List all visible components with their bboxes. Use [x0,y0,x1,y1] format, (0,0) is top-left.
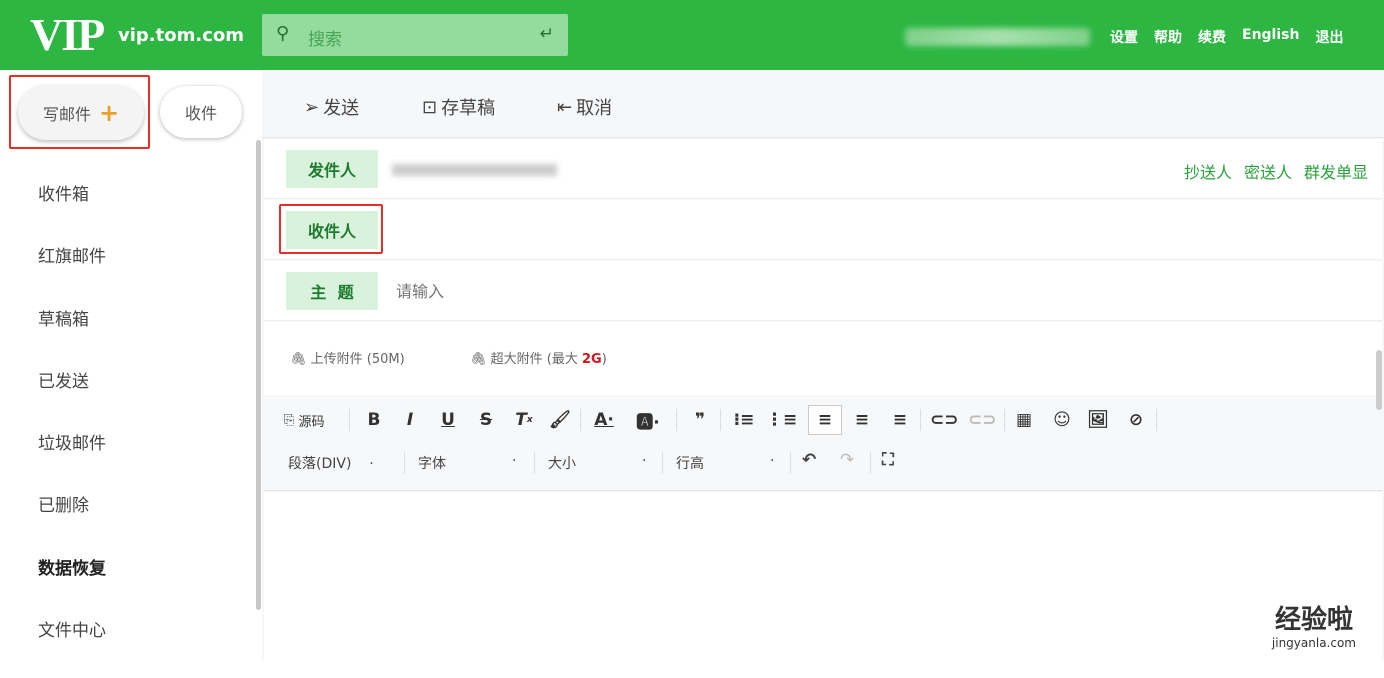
link-settings[interactable]: 设置 [1110,27,1138,47]
upload-limit: (50M) [366,352,405,367]
upload-label: 上传附件 [310,352,363,367]
large-prefix: (最大 [546,352,578,367]
folder-deleted[interactable]: 已删除 [38,491,106,553]
search-input[interactable]: ⚲ 搜索 ↵ [262,14,568,56]
upload-attachment[interactable]: 🖇 上传附件 (50M) [290,348,405,367]
receive-button[interactable]: 收件 [160,86,242,138]
logo: VIP [30,9,105,60]
bullet-list-icon[interactable]: ⁝≡ [730,405,758,435]
large-attachment[interactable]: 🖇 超大附件 (最大 2G) [470,348,607,367]
line-height-select[interactable]: 行高 · [676,453,774,473]
source-button[interactable]: ⎘ 源码 [284,405,325,435]
paragraph-select[interactable]: 段落(DIV) · [288,453,374,473]
clear-format-icon[interactable]: Tx [510,405,538,435]
line-height-label: 行高 [676,456,704,472]
format-painter-icon[interactable]: 🖌 [546,405,574,435]
domain-text: vip.tom.com [118,25,244,46]
save-draft-button[interactable]: ⊡ 存草稿 [422,94,495,120]
image-icon[interactable]: 🖼 [1084,405,1112,435]
fullscreen-icon[interactable]: ⛶ [882,450,894,470]
plus-icon: + [98,98,120,127]
user-account-blurred [905,28,1090,46]
watermark-url: jingyanla.com [1271,636,1356,650]
collapse-handle[interactable] [1376,350,1382,410]
link-help[interactable]: 帮助 [1154,27,1182,47]
sender-blurred [392,164,557,176]
compose-label: 写邮件 [42,104,91,124]
italic-icon[interactable]: I [396,405,424,435]
flash-icon[interactable]: ⊘ [1122,405,1150,435]
folder-inbox[interactable]: 收件箱 [38,180,106,242]
bold-icon[interactable]: B [360,405,388,435]
align-right-icon[interactable]: ≡ [886,405,914,435]
folder-files[interactable]: 文件中心 [38,616,106,678]
folder-spam[interactable]: 垃圾邮件 [38,429,106,491]
folder-drafts[interactable]: 草稿箱 [38,305,106,367]
watermark: 经验啦 jingyanla.com [1272,599,1356,650]
highlight-box [279,204,383,254]
cancel-icon: ⇤ [557,96,573,118]
align-center-icon[interactable]: ≡ [848,405,876,435]
search-placeholder: 搜索 [308,30,342,50]
font-select[interactable]: 字体 · [418,453,516,473]
draft-label: 存草稿 [441,98,496,119]
draft-icon: ⊡ [422,96,438,118]
search-icon: ⚲ [276,23,290,44]
watermark-text: 经验啦 [1274,605,1353,635]
table-icon[interactable]: ▦ [1010,405,1038,435]
folder-recovery[interactable]: 数据恢复 [38,554,106,616]
link-renew[interactable]: 续费 [1198,27,1226,47]
attachment-bar: 🖇 上传附件 (50M) 🖇 超大附件 (最大 2G) [264,322,1382,395]
editor-toolbar: ⎘ 源码 B I U S Tx 🖌 A· 🅰· ❞ ⁝≡ ⋮≡ ≡ ≡ ≡ ⊂⊃… [264,395,1382,491]
paragraph-label: 段落(DIV) [288,456,352,472]
emoji-icon[interactable]: ☺ [1048,405,1076,435]
compose-toolbar: ➢ 发送 ⊡ 存草稿 ⇤ 取消 [262,72,1384,138]
send-icon: ➢ [304,96,320,118]
bcc-link[interactable]: 密送人 [1244,159,1292,183]
large-suffix: ) [601,352,607,367]
cancel-button[interactable]: ⇤ 取消 [557,94,612,120]
enter-icon[interactable]: ↵ [540,24,554,44]
background-color-icon[interactable]: 🅰· [634,405,662,435]
large-label: 超大附件 [490,352,543,367]
folder-sent[interactable]: 已发送 [38,367,106,429]
folder-flagged[interactable]: 红旗邮件 [38,242,106,304]
unlink-icon[interactable]: ⊂⊃ [968,405,997,435]
numbered-list-icon[interactable]: ⋮≡ [766,405,797,435]
size-label: 大小 [548,456,576,472]
separate-send-link[interactable]: 群发单显 [1304,159,1368,183]
strikethrough-icon[interactable]: S [472,405,500,435]
size-select[interactable]: 大小 · [548,453,646,473]
folder-list: 收件箱 红旗邮件 草稿箱 已发送 垃圾邮件 已删除 数据恢复 文件中心 [38,180,106,678]
editor-body[interactable] [264,492,1382,662]
font-color-icon[interactable]: A· [590,405,618,435]
underline-icon[interactable]: U [434,405,462,435]
link-english[interactable]: English [1242,27,1299,47]
cc-link[interactable]: 抄送人 [1184,159,1232,183]
cancel-label: 取消 [576,98,613,119]
sidebar-scrollbar[interactable] [256,140,261,610]
quote-icon[interactable]: ❞ [686,405,714,435]
send-button[interactable]: ➢ 发送 [304,94,359,120]
link-icon[interactable]: ⊂⊃ [930,405,959,435]
subject-input[interactable] [396,282,1196,301]
send-label: 发送 [323,98,360,119]
large-size: 2G [582,352,602,367]
align-left-icon[interactable]: ≡ [808,405,842,435]
font-label: 字体 [418,456,446,472]
source-label: 源码 [298,414,325,430]
header: VIP vip.tom.com ⚲ 搜索 ↵ 设置 帮助 续费 English … [0,0,1384,70]
to-row[interactable]: 收件人 [264,200,1382,260]
subject-label: 主 题 [286,272,378,310]
link-logout[interactable]: 退出 [1315,27,1343,47]
subject-row: 主 题 [264,261,1382,321]
redo-icon[interactable]: ↷ [840,450,854,470]
from-row: 发件人 抄送人 密送人 群发单显 [264,139,1382,199]
compose-button[interactable]: 写邮件 + [18,85,144,140]
from-label: 发件人 [286,150,378,188]
undo-icon[interactable]: ↶ [802,450,816,470]
